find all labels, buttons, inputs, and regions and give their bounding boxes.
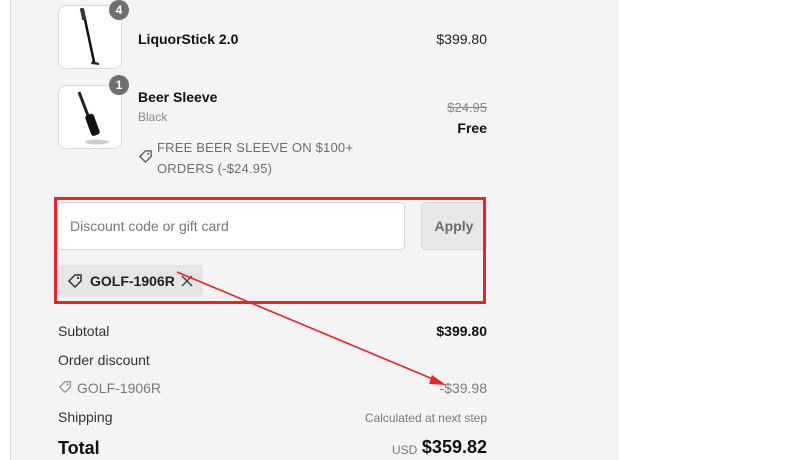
discount-code-summary: GOLF-1906R [77, 380, 162, 396]
subtotal-label: Subtotal [58, 323, 110, 339]
product-name: LiquorStick 2.0 [138, 31, 239, 47]
subtotal-value: $399.80 [436, 323, 487, 339]
product-price: Free [457, 120, 487, 136]
discount-amount: -$39.98 [439, 380, 487, 396]
total-value: $359.82 [421, 437, 487, 457]
product-price: $399.80 [436, 31, 487, 47]
annotation-highlight-box [54, 197, 486, 304]
order-discount-label: Order discount [58, 352, 150, 368]
tag-icon [58, 381, 71, 394]
product-thumbnail-beer-sleeve [58, 85, 122, 149]
quantity-badge: 1 [109, 75, 129, 95]
product-variant: Black [138, 110, 168, 124]
tag-icon [138, 150, 152, 164]
currency-code: USD [392, 443, 418, 457]
promotion-text: FREE BEER SLEEVE ON $100+ ORDERS (-$24.9… [157, 140, 354, 176]
total-label: Total [58, 438, 100, 458]
product-name: Beer Sleeve [138, 89, 218, 105]
putter-icon [77, 91, 109, 145]
original-price: $24.95 [447, 100, 487, 115]
shipping-value: Calculated at next step [364, 411, 487, 425]
shipping-label: Shipping [58, 409, 113, 425]
quantity-badge: 4 [109, 0, 129, 20]
